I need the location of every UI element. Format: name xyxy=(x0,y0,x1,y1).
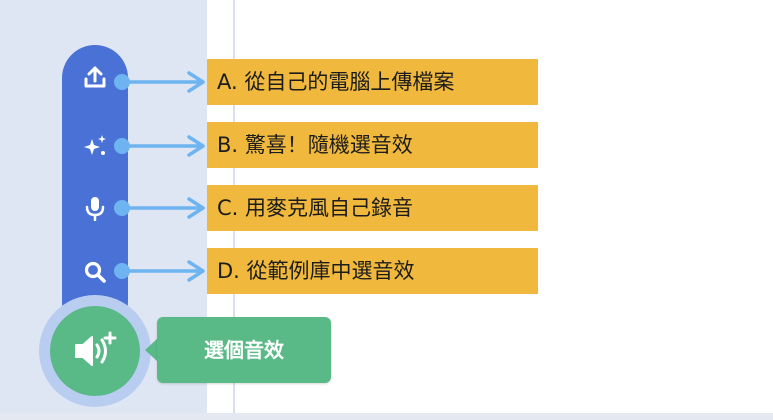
choose-sound-tooltip: 選個音效 xyxy=(157,317,331,383)
callout-arrow-a xyxy=(114,71,205,93)
label-choose-sound: D. 從範例庫中選音效 xyxy=(207,248,538,294)
add-sound-icon xyxy=(75,331,117,366)
callout-arrow-d xyxy=(114,260,205,282)
choose-a-sound-button[interactable] xyxy=(50,306,140,396)
label-surprise-sound: B. 驚喜！隨機選音效 xyxy=(207,122,538,168)
callout-arrow-c xyxy=(114,197,205,219)
label-record-sound: C. 用麥克風自己錄音 xyxy=(207,185,538,231)
label-upload-sound: A. 從自己的電腦上傳檔案 xyxy=(207,59,538,105)
callout-arrow-b xyxy=(114,135,205,157)
